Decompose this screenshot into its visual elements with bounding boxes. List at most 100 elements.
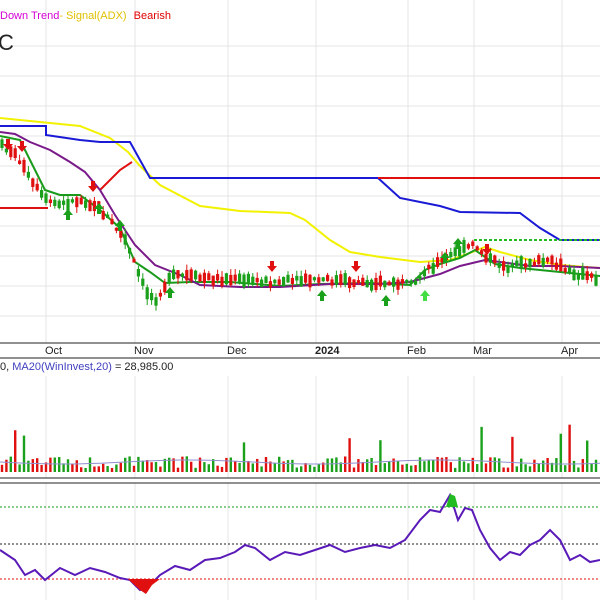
oversold-fill [128,579,160,594]
sell-arrow [351,261,361,272]
ticker-symbol: C [0,30,14,55]
candle-body [154,297,158,306]
volume-bar [370,457,373,472]
volume-bar [256,458,259,472]
candle-body [330,279,334,286]
volume-bar [524,464,527,472]
volume-bar [533,459,536,472]
candle-body [13,148,17,159]
volume-bar [317,463,320,472]
buy-arrow [165,287,175,298]
candle-body [158,292,162,297]
candle-body [35,183,39,191]
volume-bar [295,467,298,472]
sell-arrow [267,261,277,272]
volume-bar [379,440,382,472]
candle-body [365,279,369,288]
volume-bar [401,464,404,472]
candle-body [167,273,171,284]
candle-body [392,277,396,287]
candle-body [312,277,316,281]
indicator-legend: Down Trend- Signal(ADX) Bearish [0,10,171,22]
candle-body [119,229,123,238]
volume-bar [506,467,510,472]
volume-bar [480,426,483,472]
volume-bar [410,465,413,472]
candle-body [141,278,145,286]
volume-bar [185,456,188,472]
volume-bar [392,458,395,472]
volume-bar [132,465,136,472]
candle-body [519,256,523,269]
volume-bar [388,461,391,472]
volume-panel [0,424,600,472]
candle-body [510,263,514,267]
volume-bar [66,459,70,472]
volume-bar [489,457,492,472]
volume-bar [537,463,540,472]
grid-lines [0,0,600,600]
candle-body [238,273,242,284]
volume-bar [190,461,193,472]
candle-body [387,281,391,286]
volume-bar [454,467,457,472]
volume-bar [542,460,545,472]
volume-bar [40,464,43,472]
candle-body [70,199,74,203]
candle-body [585,271,589,281]
oscillator-panel [0,492,600,594]
x-tick-label: Nov [134,345,154,357]
candle-body [48,199,52,204]
candle-body [422,270,426,277]
x-tick-label: 2024 [315,345,340,357]
candle-body [229,274,233,286]
candle-body [590,273,594,278]
candle-body [44,193,48,203]
candle-body [75,197,79,208]
volume-bar [27,460,30,472]
volume-bar [273,463,276,472]
volume-bar [568,424,571,472]
volume-bar [14,430,17,472]
volume-bar [128,456,131,472]
candle-body [414,280,418,285]
candle-body [180,273,184,277]
candle-body [488,253,492,263]
volume-bar [9,456,12,472]
candle-body [0,139,4,148]
candle-body [546,257,550,262]
candle-body [427,264,431,270]
candle-body [150,293,154,301]
candle-body [400,279,404,284]
volume-bar [220,466,224,472]
volume-bar [449,462,452,472]
candle-body [299,276,303,287]
candle-body [295,275,299,281]
volume-bar [22,435,26,472]
volume-bar [348,438,351,472]
candle-body [541,257,545,267]
buy-arrow [63,209,73,220]
volume-bar [0,464,4,472]
candle-body [123,234,127,245]
candle-body [198,274,202,282]
candle-body [405,280,409,284]
candle-body [202,272,206,284]
candle-body [550,255,554,265]
candle-body [18,160,22,164]
candle-body [339,274,343,285]
volume-bar [352,467,356,472]
volume-bar [577,467,580,472]
candle-body [321,277,325,282]
candle-body [62,200,66,205]
trend-label: Down Trend [0,10,60,22]
volume-bar [414,465,417,472]
volume-bar [396,461,400,472]
candle-body [185,270,189,281]
candle-body [528,258,532,268]
x-tick-label: Oct [45,345,62,357]
volume-bar [361,462,364,472]
volume-bar [586,440,589,472]
candle-body [568,267,572,273]
volume-bar [559,433,562,472]
